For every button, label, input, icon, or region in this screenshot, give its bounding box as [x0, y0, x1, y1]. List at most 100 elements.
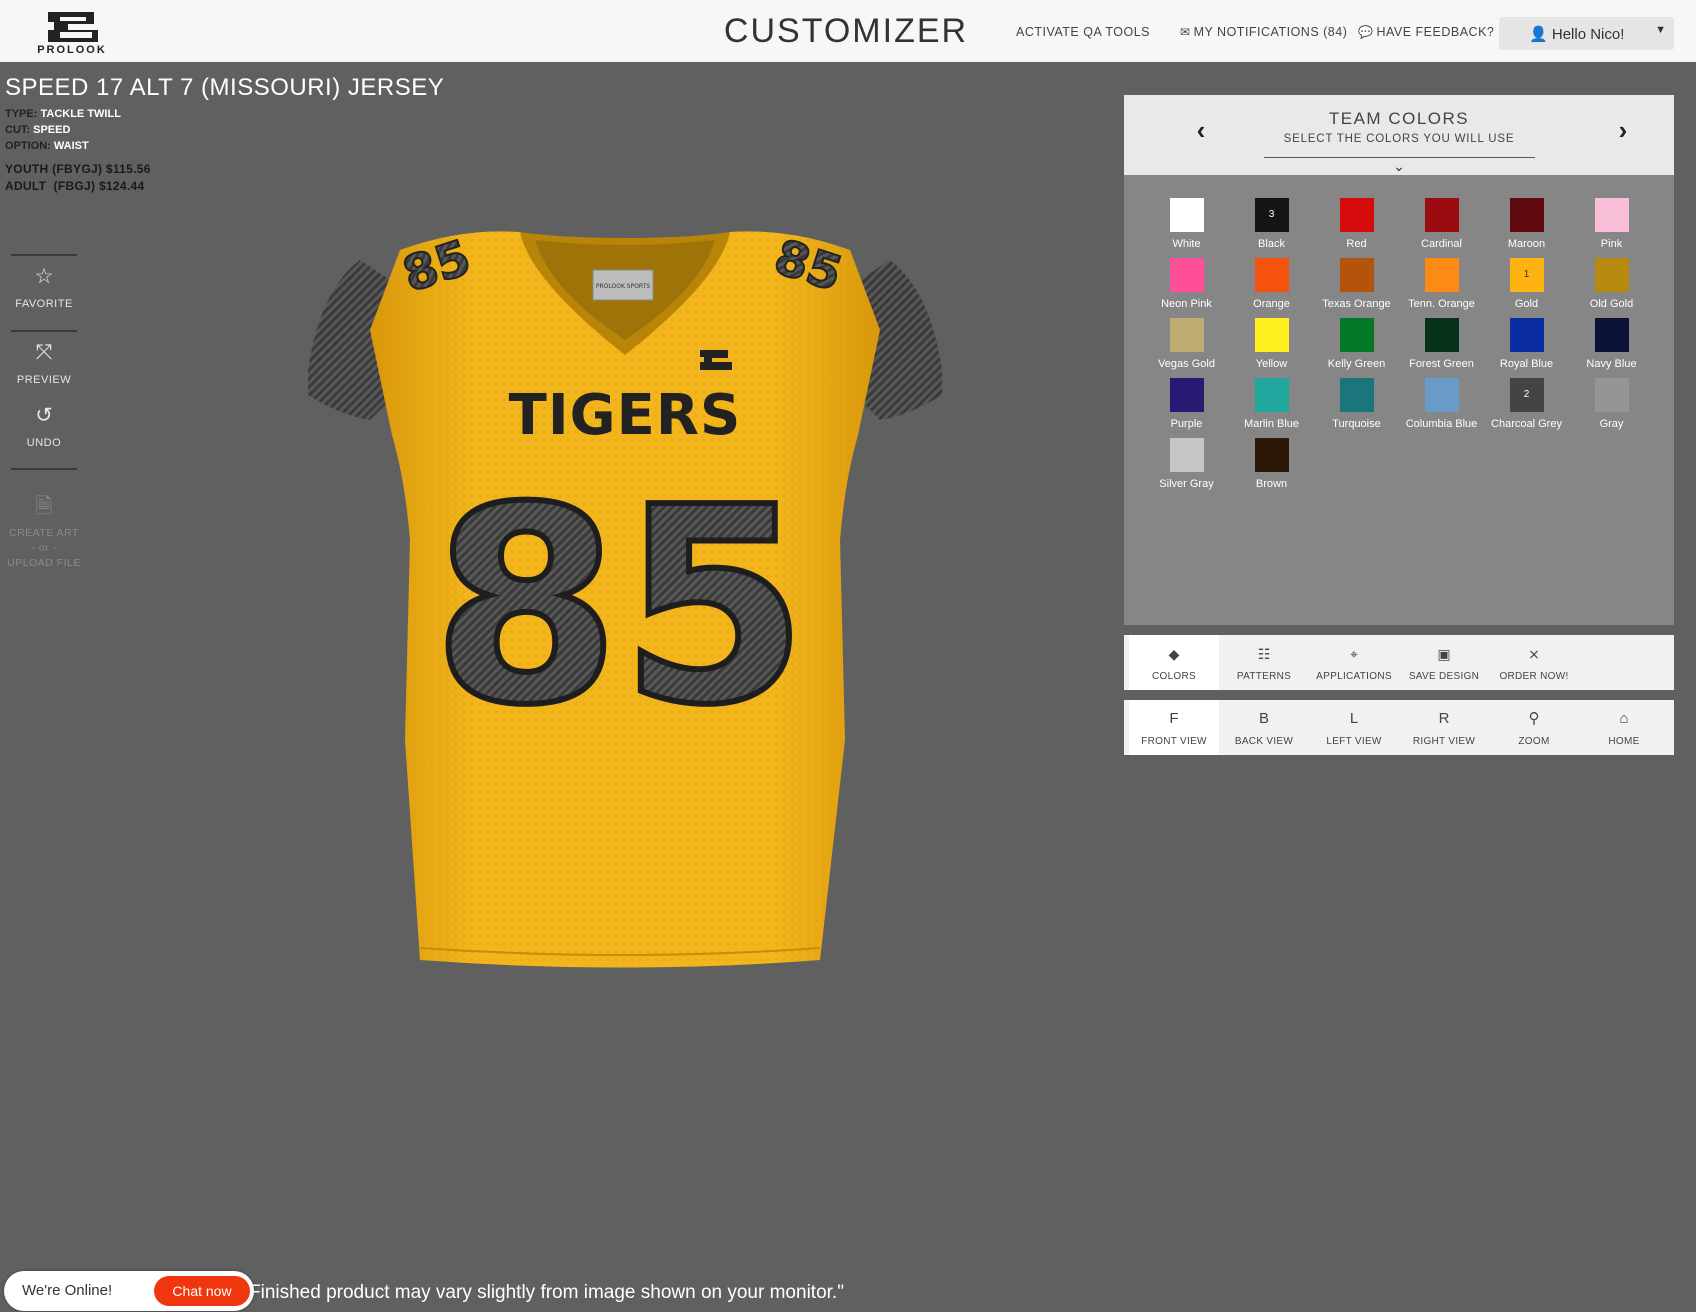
swatch-chip [1594, 318, 1629, 352]
customizer-tab-bar: ◆ COLORS ☷ PATTERNS ⌖ APPLICATIONS ▣ SAVE DESIG… [1124, 635, 1674, 690]
preview-button[interactable]: ⤧ PREVIEW [0, 340, 88, 386]
swatch-old-gold[interactable]: Old Gold [1569, 258, 1654, 310]
tab-patterns[interactable]: ☷ PATTERNS [1219, 635, 1309, 690]
left-view-icon: L [1349, 710, 1359, 727]
or-label: - or - [31, 542, 57, 554]
swatch-yellow[interactable]: Yellow [1229, 318, 1314, 370]
swatch-silver-gray[interactable]: Silver Gray [1144, 438, 1229, 490]
swatch-chip [1594, 378, 1629, 412]
notifications-link[interactable]: ✉ MY NOTIFICATIONS (84) [1180, 25, 1347, 39]
swatch-chip [1169, 318, 1204, 352]
undo-label: UNDO [26, 437, 62, 449]
swatch-brown[interactable]: Brown [1229, 438, 1314, 490]
prolook-logo[interactable]: PROLOOK [26, 10, 118, 56]
tab-save-design[interactable]: ▣ SAVE DESIGN [1399, 635, 1489, 690]
front-view-icon: F [1169, 710, 1179, 727]
swatch-kelly-green[interactable]: Kelly Green [1314, 318, 1399, 370]
swatch-white[interactable]: White [1144, 198, 1229, 250]
swatch-label: Marlin Blue [1243, 418, 1300, 430]
swatch-chip [1339, 258, 1374, 292]
tab-label: SAVE DESIGN [1408, 671, 1480, 682]
divider [11, 468, 77, 470]
swatch-chip [1594, 258, 1629, 292]
undo-button[interactable]: ↺ UNDO [0, 403, 88, 449]
swatch-charcoal-grey[interactable]: 2 Charcoal Grey [1484, 378, 1569, 430]
swatch-vegas-gold[interactable]: Vegas Gold [1144, 318, 1229, 370]
jersey-front-number[interactable]: 85 [429, 446, 811, 767]
swatch-pink[interactable]: Pink [1569, 198, 1654, 250]
swatch-maroon[interactable]: Maroon [1484, 198, 1569, 250]
swatch-chip [1424, 318, 1459, 352]
swatch-turquoise[interactable]: Turquoise [1314, 378, 1399, 430]
favorite-button[interactable]: ☆ FAVORITE [0, 264, 88, 310]
tab-applications[interactable]: ⌖ APPLICATIONS [1309, 635, 1399, 690]
view-tab-zoom[interactable]: ⚲ ZOOM [1489, 700, 1579, 755]
swatch-chip [1254, 438, 1289, 472]
swatch-chip: 1 [1509, 258, 1544, 292]
tab-order-now[interactable]: ⨯ ORDER NOW! [1489, 635, 1579, 690]
spec-value: WAIST [53, 140, 89, 152]
tab-colors[interactable]: ◆ COLORS [1129, 635, 1219, 690]
swatch-chip [1169, 258, 1204, 292]
product-title: SPEED 17 ALT 7 (MISSOURI) JERSEY [5, 74, 445, 101]
swatch-cardinal[interactable]: Cardinal [1399, 198, 1484, 250]
tab-label: BACK VIEW [1234, 736, 1294, 747]
tab-label: LEFT VIEW [1326, 736, 1382, 747]
back-view-icon: B [1258, 710, 1269, 727]
favorite-label: FAVORITE [15, 298, 73, 310]
prolook-logo-icon [48, 12, 98, 42]
swatch-royal-blue[interactable]: Royal Blue [1484, 318, 1569, 370]
chevron-down-icon[interactable]: ⌄ [1388, 158, 1410, 175]
swatch-gold[interactable]: 1 Gold [1484, 258, 1569, 310]
swatch-texas-orange[interactable]: Texas Orange [1314, 258, 1399, 310]
home-icon: ⌂ [1619, 710, 1629, 727]
spec-value: SPEED [33, 124, 71, 136]
view-tab-front-view[interactable]: F FRONT VIEW [1129, 700, 1219, 755]
floppy-icon: ▣ [1437, 646, 1451, 662]
swatch-forest-green[interactable]: Forest Green [1399, 318, 1484, 370]
swatch-neon-pink[interactable]: Neon Pink [1144, 258, 1229, 310]
create-art-button[interactable]: 🗎 CREATE ART - or - UPLOAD FILE [0, 494, 88, 571]
feedback-link[interactable]: 💬 HAVE FEEDBACK? [1358, 25, 1494, 39]
expand-icon: ⤧ [35, 341, 53, 364]
product-specs: TYPE: TACKLE TWILL CUT: SPEED OPTION: WA… [5, 106, 121, 154]
swatch-red[interactable]: Red [1314, 198, 1399, 250]
swatch-chip [1339, 378, 1374, 412]
drop-icon: ◆ [1168, 646, 1180, 662]
jersey-team-name[interactable]: TIGERS [509, 383, 742, 448]
swatch-navy-blue[interactable]: Navy Blue [1569, 318, 1654, 370]
product-prices: YOUTH (FBYGJ) $115.56 ADULT (FBGJ) $124.… [5, 161, 151, 195]
swatch-label: Columbia Blue [1405, 418, 1478, 430]
activate-qa-tools-link[interactable]: ACTIVATE QA TOOLS [1016, 25, 1150, 39]
swatch-gray[interactable]: Gray [1569, 378, 1654, 430]
user-greeting: Hello Nico! [1551, 26, 1625, 43]
speech-bubble-icon: 💬 [1358, 25, 1374, 39]
swatch-columbia-blue[interactable]: Columbia Blue [1399, 378, 1484, 430]
swatch-label: Vegas Gold [1158, 358, 1215, 370]
create-art-label: CREATE ART [9, 527, 79, 539]
swatch-marlin-blue[interactable]: Marlin Blue [1229, 378, 1314, 430]
chat-status: We're Online! [22, 1282, 113, 1299]
view-tab-back-view[interactable]: B BACK VIEW [1219, 700, 1309, 755]
next-arrow-icon[interactable]: › [1608, 115, 1638, 145]
tab-label: PATTERNS [1236, 671, 1292, 682]
swatch-purple[interactable]: Purple [1144, 378, 1229, 430]
swatch-label: Kelly Green [1327, 358, 1386, 370]
view-tab-home[interactable]: ⌂ HOME [1579, 700, 1669, 755]
jersey-preview[interactable]: PROLOOK SPORTS 85 85 TIGERS 85 [300, 220, 950, 980]
user-menu-button[interactable]: 👤 Hello Nico! ▼ [1499, 17, 1674, 50]
spec-row: CUT: SPEED [5, 122, 121, 138]
spec-key: TYPE: [5, 108, 38, 120]
view-tab-right-view[interactable]: R RIGHT VIEW [1399, 700, 1489, 755]
swatch-black[interactable]: 3 Black [1229, 198, 1314, 250]
swatch-orange[interactable]: Orange [1229, 258, 1314, 310]
chat-widget[interactable]: We're Online! Chat now [4, 1271, 254, 1311]
tab-label: HOME [1608, 736, 1640, 747]
view-tab-left-view[interactable]: L LEFT VIEW [1309, 700, 1399, 755]
panel-title: TEAM COLORS [1328, 109, 1470, 128]
swatch-chip [1339, 198, 1374, 232]
chat-now-button[interactable]: Chat now [154, 1276, 250, 1306]
swatch-label: Texas Orange [1322, 298, 1391, 310]
swatch-tenn-orange[interactable]: Tenn. Orange [1399, 258, 1484, 310]
swatch-label: White [1172, 238, 1201, 250]
